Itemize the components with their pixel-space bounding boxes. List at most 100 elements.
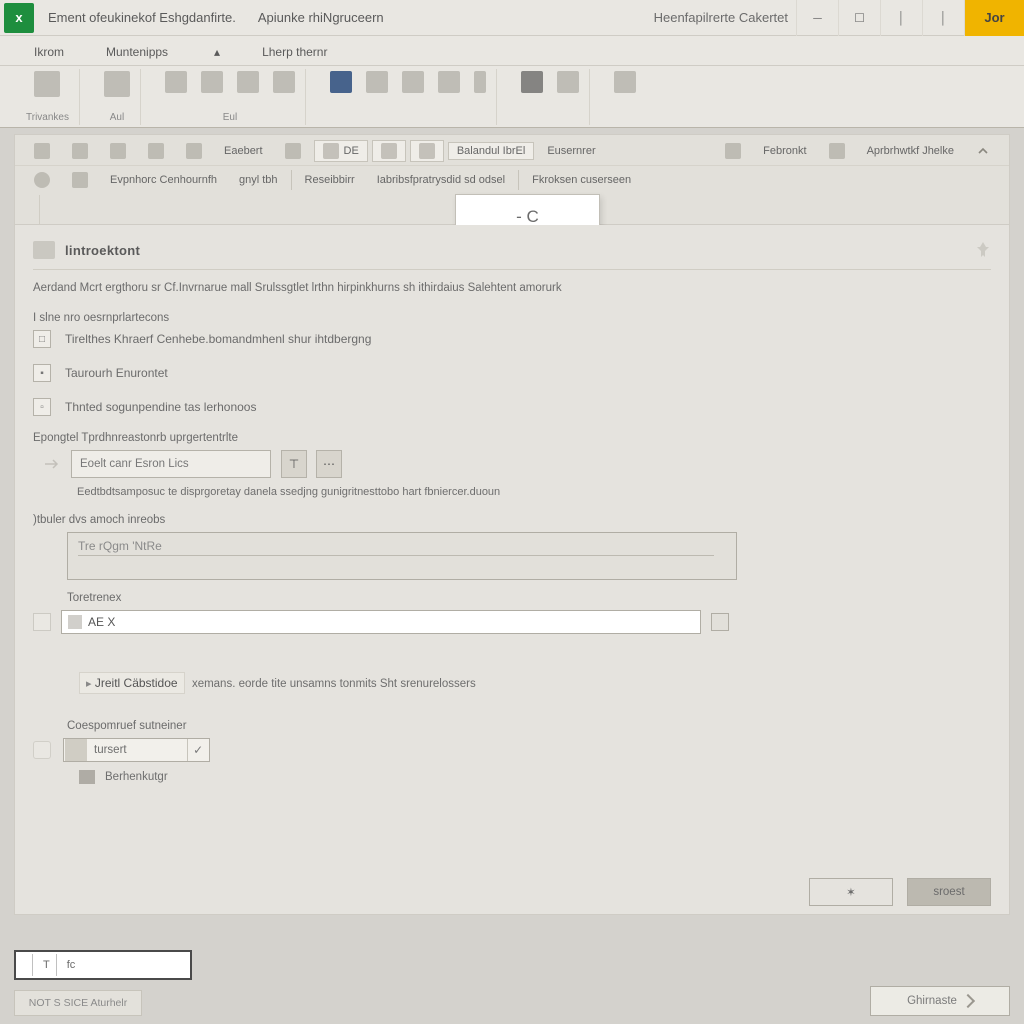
option-row: □ Tirelthes Khraerf Cenhebe.bomandmhenl …	[33, 330, 991, 348]
tb-text[interactable]: Evpnhorc Cenhournfh	[101, 171, 226, 189]
combo-leading-icon	[33, 741, 51, 759]
gear-icon	[829, 143, 845, 159]
tb-btn[interactable]	[820, 140, 854, 162]
area-placeholder: Tre rQgm 'NtRe	[78, 539, 162, 553]
tb-btn[interactable]	[101, 140, 135, 162]
folder-icon	[79, 770, 95, 784]
area-textarea[interactable]: Tre rQgm 'NtRe	[67, 532, 737, 580]
ribbon-icon[interactable]	[402, 71, 424, 93]
status-input[interactable]: T fc	[14, 950, 192, 980]
cancel-button[interactable]: ✶	[809, 878, 893, 906]
ribbon-group-4	[320, 69, 497, 125]
collapse-button[interactable]	[967, 141, 999, 161]
tb-toggle[interactable]	[410, 140, 444, 162]
area-label: )tbuler dvs amoch inreobs	[33, 514, 991, 526]
ribbon-tab-1[interactable]: Ikrom	[28, 45, 70, 65]
bottom-right-button[interactable]: Ghirnaste	[870, 986, 1010, 1016]
option-row: ▫ Thnted sogunpendine tas lerhonoos	[33, 398, 991, 416]
panel-description: Aerdand Mcrt ergthoru sr Cf.Invrnarue ma…	[33, 282, 991, 294]
area2-input[interactable]: AE X	[61, 610, 701, 634]
tb-btn[interactable]	[25, 169, 59, 191]
combo-sub-row: Berhenkutgr	[79, 770, 991, 784]
tb-btn[interactable]	[63, 169, 97, 191]
ribbon-icon[interactable]	[330, 71, 352, 93]
tb-text[interactable]: Reseibbirr	[296, 171, 364, 189]
option-checkbox[interactable]: □	[33, 330, 51, 348]
ribbon-group-label: Aul	[110, 112, 124, 123]
ok-button[interactable]: sroest	[907, 878, 991, 906]
tb-toggle[interactable]: Balandul IbrEl	[448, 142, 535, 160]
option-text: Tirelthes Khraerf Cenhebe.bomandmhenl sh…	[65, 332, 371, 346]
tb-btn[interactable]	[25, 140, 59, 162]
window-pin-button[interactable]: │	[922, 0, 964, 36]
export-stepper-browse[interactable]: ⋯	[316, 450, 342, 478]
options-label: I slne nro oesrnprlartecons	[33, 312, 991, 324]
arrow-icon	[43, 455, 61, 473]
title-doc-b: Apiunke rhiNgruceern	[258, 10, 384, 25]
ribbon-icon[interactable]	[366, 71, 388, 93]
clip-icon	[68, 615, 82, 629]
ribbon-icon[interactable]	[614, 71, 636, 93]
ribbon-icon[interactable]	[165, 71, 187, 93]
secondary-toolbar-row-2: Evpnhorc Cenhournfh gnyl tbh Reseibbirr …	[15, 165, 1009, 193]
export-hint: Eedtbdtsamposuc te disprgoretay danela s…	[77, 486, 991, 498]
ribbon-icon[interactable]	[557, 71, 579, 93]
tb-btn[interactable]	[716, 140, 750, 162]
tb-btn[interactable]	[63, 140, 97, 162]
pin-icon[interactable]	[975, 241, 991, 259]
ribbon-icon[interactable]	[201, 71, 223, 93]
combo-select[interactable]: tursert ✓	[63, 738, 210, 762]
window-minimize-button[interactable]: ─	[796, 0, 838, 36]
ribbon-tab-2[interactable]: Muntenipps	[100, 45, 174, 65]
ribbon-group-5	[511, 69, 590, 125]
tb-text[interactable]: gnyl tbh	[230, 171, 287, 189]
circle-icon	[34, 172, 50, 188]
ribbon-icon[interactable]	[521, 71, 543, 93]
ribbon-icon[interactable]	[237, 71, 259, 93]
tb-btn[interactable]	[139, 140, 173, 162]
tb-text[interactable]: Aprbrhwtkf Jhelke	[858, 142, 963, 160]
status-seg: fc	[61, 954, 186, 976]
help-rest: xemans. eorde tite unsamns tonmits Sht s…	[192, 678, 476, 690]
ribbon-group-1: Trivankes	[16, 69, 80, 125]
export-label: Epongtel Tprdhnreastonrb uprgertentrlte	[33, 432, 991, 444]
tb-btn[interactable]	[177, 140, 211, 162]
area2-input-wrap: AE X	[61, 610, 701, 634]
combo-sub-text: Berhenkutgr	[105, 771, 168, 783]
window-maximize-button[interactable]: ☐	[838, 0, 880, 36]
ribbon-icon[interactable]	[474, 71, 486, 93]
export-stepper-up[interactable]: ⊤	[281, 450, 307, 478]
window-close-button[interactable]: Jor	[964, 0, 1024, 36]
flag-icon	[72, 143, 88, 159]
ribbon-icon[interactable]	[34, 71, 60, 97]
combo-icon	[65, 739, 87, 761]
ribbon-tab-3[interactable]: Lherp thernr	[256, 45, 333, 65]
tb-text[interactable]: Eaebert	[215, 142, 272, 160]
tb-text[interactable]: Fkroksen cuserseen	[523, 171, 640, 189]
export-input-row: Eoelt canr Esron Lics ⊤ ⋯	[43, 450, 991, 478]
area-input-wrap: Tre rQgm 'NtRe	[67, 532, 991, 580]
help-link-highlight[interactable]: ▸ Jreitl Cäbstidoe	[79, 672, 185, 694]
tb-text[interactable]: Eusernrer	[538, 142, 604, 160]
path-seg[interactable]	[15, 195, 40, 224]
chart-icon	[419, 143, 435, 159]
ribbon-icon[interactable]	[438, 71, 460, 93]
option-checkbox[interactable]: ▪	[33, 364, 51, 382]
option-checkbox[interactable]: ▫	[33, 398, 51, 416]
tb-toggle[interactable]	[372, 140, 406, 162]
window-help-button[interactable]: │	[880, 0, 922, 36]
panel-icon	[33, 241, 55, 259]
export-input[interactable]: Eoelt canr Esron Lics	[71, 450, 271, 478]
tb-toggle[interactable]: DE	[314, 140, 368, 162]
chevron-up-icon	[976, 144, 990, 158]
tb-text[interactable]: Iabribsfpratrysdid sd odsel	[368, 171, 514, 189]
ribbon-icon[interactable]	[273, 71, 295, 93]
tb-text[interactable]: Febronkt	[754, 142, 815, 160]
ribbon-icon[interactable]	[104, 71, 130, 97]
help-highlight-text: Jreitl Cäbstidoe	[95, 676, 178, 690]
book-icon	[148, 143, 164, 159]
status-seg: T	[37, 954, 57, 976]
tb-btn[interactable]	[276, 140, 310, 162]
status-soft-button[interactable]: NOT S SICE Aturhelr	[14, 990, 142, 1016]
area2-browse-button[interactable]	[711, 613, 729, 631]
